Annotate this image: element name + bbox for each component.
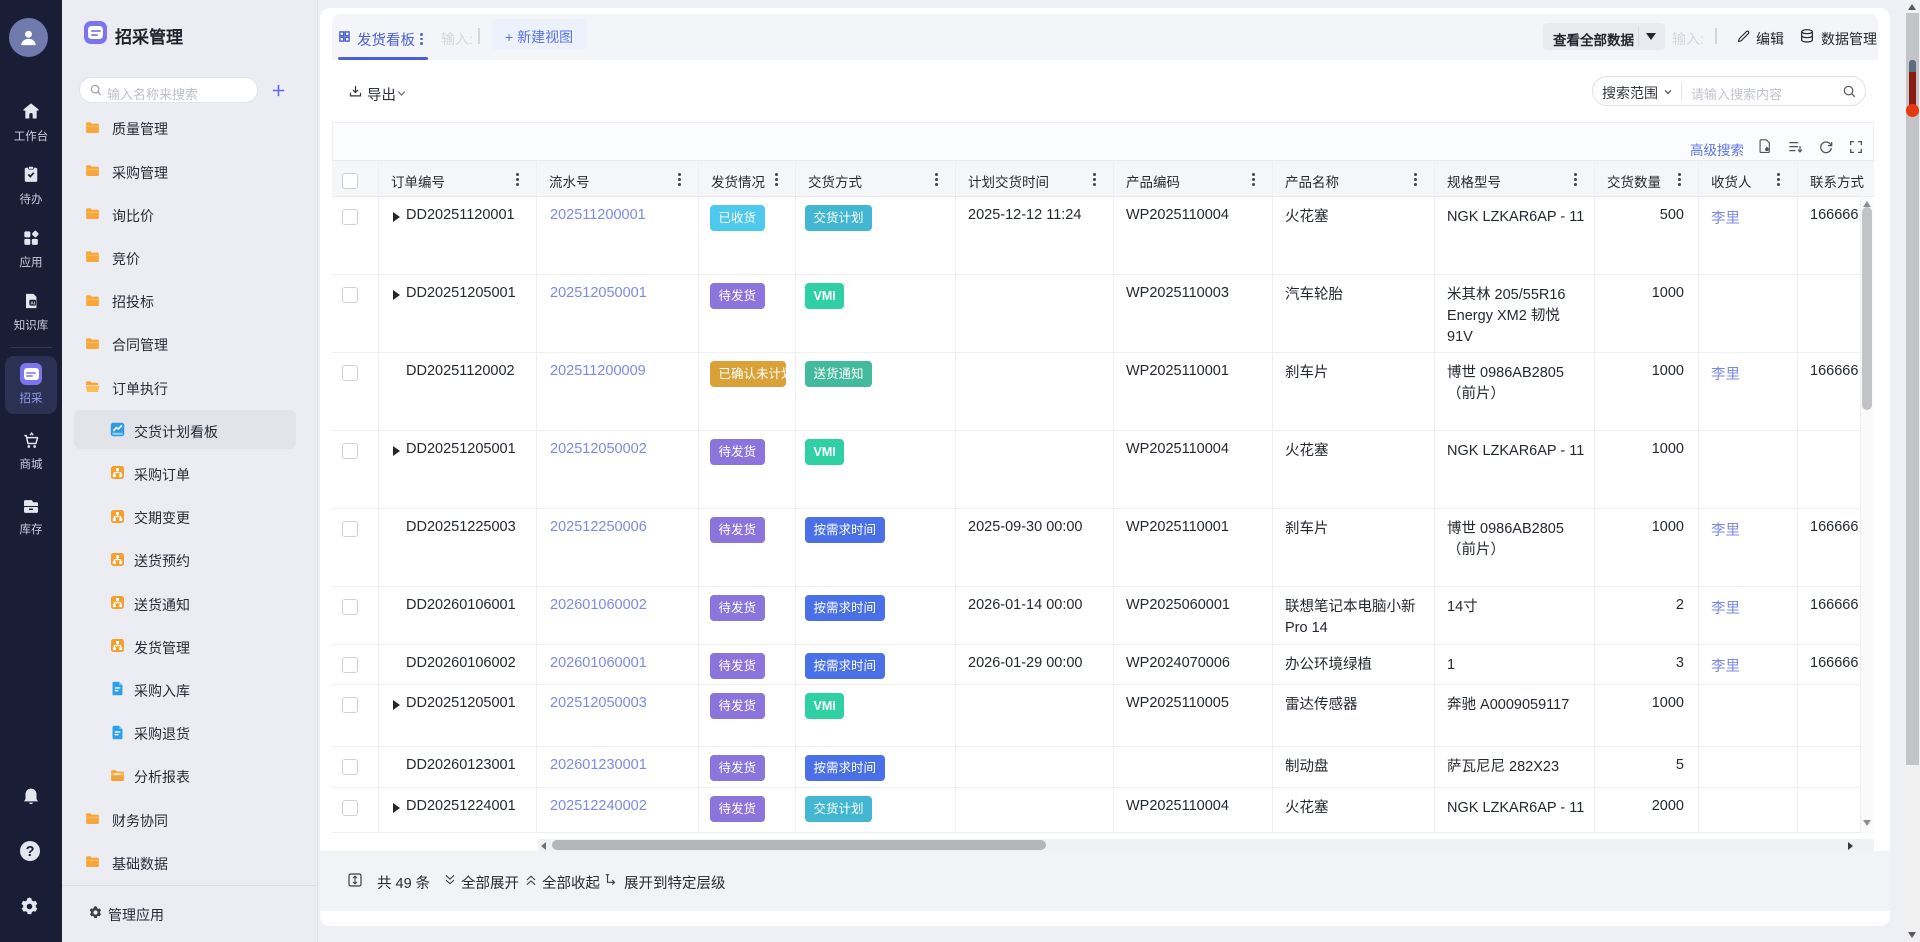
svg-text:AI: AI [30, 300, 35, 305]
svg-text:?: ? [26, 844, 35, 860]
